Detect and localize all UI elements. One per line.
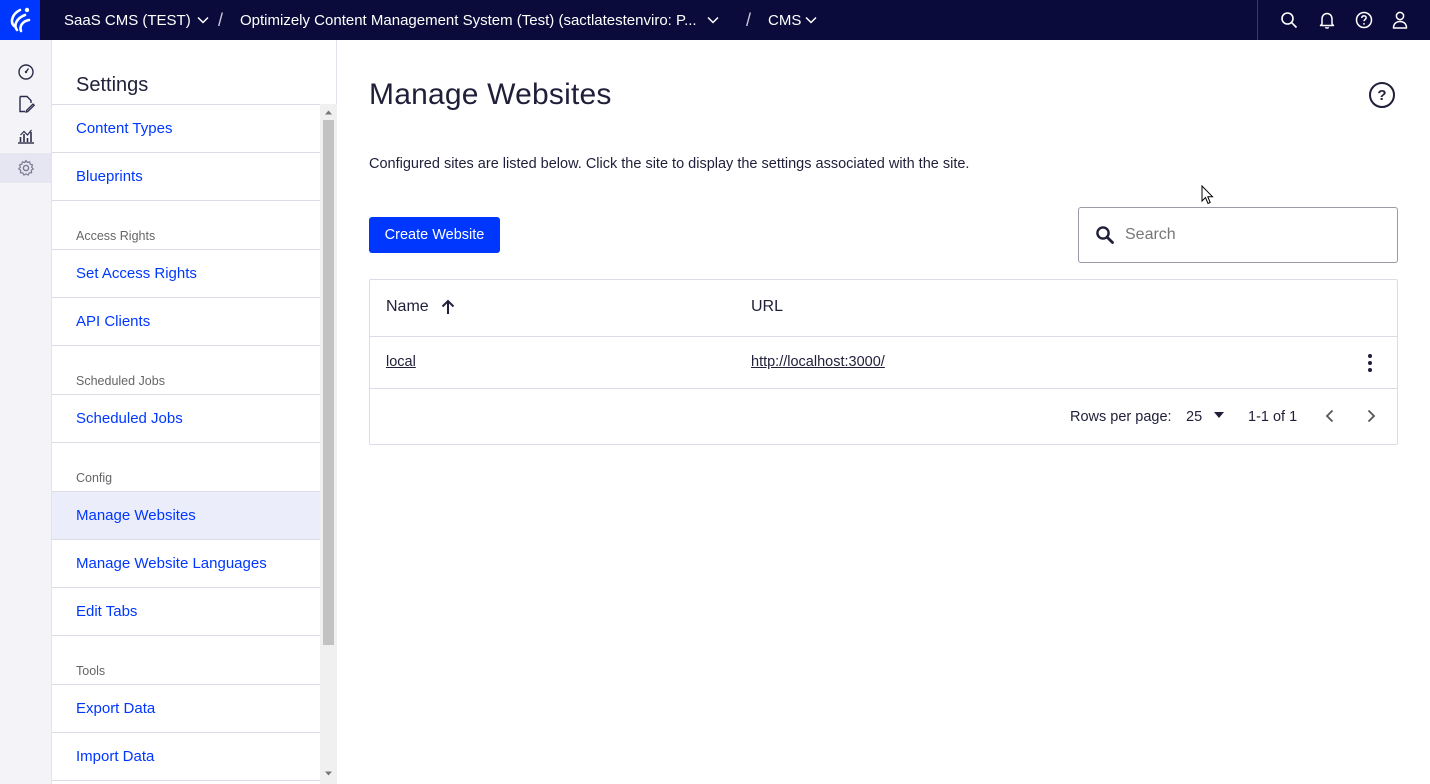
scroll-up-arrow-icon[interactable] xyxy=(324,108,333,117)
user-profile-icon[interactable] xyxy=(1390,10,1410,30)
rows-per-page-select[interactable]: 25 xyxy=(1186,409,1202,425)
search-icon xyxy=(1096,226,1114,244)
settings-nav-item-edit-tabs[interactable]: Edit Tabs xyxy=(52,588,320,636)
app-switcher[interactable]: CMS xyxy=(768,0,817,40)
website-url-link[interactable]: http://localhost:3000/ xyxy=(751,354,885,370)
app-name: CMS xyxy=(768,11,802,29)
settings-group-heading: Scheduled Jobs xyxy=(52,346,320,395)
environment-switcher[interactable]: Optimizely Content Management System (Te… xyxy=(240,0,719,40)
chevron-down-icon xyxy=(707,16,719,24)
chevron-down-icon xyxy=(805,16,817,24)
scroll-down-arrow-icon[interactable] xyxy=(324,769,333,778)
pagination-range: 1-1 of 1 xyxy=(1248,409,1298,425)
sort-ascending-arrow-icon xyxy=(441,299,454,314)
dashboard-icon[interactable] xyxy=(0,57,51,87)
settings-nav-item-api-clients[interactable]: API Clients xyxy=(52,298,320,346)
environment-name: Optimizely Content Management System (Te… xyxy=(240,11,697,29)
settings-panel: Settings Content Types Blueprints Access R… xyxy=(52,40,337,784)
help-icon[interactable] xyxy=(1354,10,1374,30)
settings-nav-item-scheduled-jobs[interactable]: Scheduled Jobs xyxy=(52,395,320,443)
settings-nav-item-content-types[interactable]: Content Types xyxy=(52,105,320,153)
page-title: Manage Websites xyxy=(369,78,612,111)
websites-table: Name URL local http://localhost:3000/ Ro… xyxy=(369,279,1398,445)
settings-icon[interactable] xyxy=(0,153,51,183)
settings-nav-list: Content Types Blueprints Access Rights Set … xyxy=(52,104,320,784)
row-actions-menu-icon[interactable] xyxy=(1360,353,1380,373)
page-description: Configured sites are listed below. Click… xyxy=(369,156,970,172)
next-page-icon[interactable] xyxy=(1363,408,1379,424)
previous-page-icon[interactable] xyxy=(1322,408,1338,424)
top-bar: SaaS CMS (TEST) / Optimizely Content Man… xyxy=(0,0,1430,40)
settings-nav-item-manage-websites[interactable]: Manage Websites xyxy=(52,492,320,540)
settings-group-heading: Config xyxy=(52,443,320,492)
search-icon[interactable] xyxy=(1279,10,1299,30)
help-question-mark: ? xyxy=(1377,86,1387,104)
app-nav-rail xyxy=(0,40,52,784)
breadcrumb-separator: / xyxy=(218,9,224,30)
rows-per-page-label: Rows per page: xyxy=(1070,409,1172,425)
topbar-divider xyxy=(1257,0,1258,40)
settings-nav-item-import-data[interactable]: Import Data xyxy=(52,733,320,781)
settings-scrollbar-thumb[interactable] xyxy=(323,120,334,645)
name-column-header[interactable]: Name xyxy=(386,298,457,316)
settings-nav-item-manage-website-languages[interactable]: Manage Website Languages xyxy=(52,540,320,588)
settings-nav-item-blueprints[interactable]: Blueprints xyxy=(52,153,320,201)
optimizely-logo-icon[interactable] xyxy=(0,0,40,40)
table-row[interactable]: local http://localhost:3000/ xyxy=(370,337,1397,389)
edit-icon[interactable] xyxy=(0,89,51,119)
table-pagination: Rows per page: 25 1-1 of 1 xyxy=(370,389,1397,444)
analytics-icon[interactable] xyxy=(0,121,51,151)
settings-group-heading: Tools xyxy=(52,636,320,685)
settings-nav-item-set-access-rights[interactable]: Set Access Rights xyxy=(52,250,320,298)
name-column-label: Name xyxy=(386,298,429,315)
product-switcher[interactable]: SaaS CMS (TEST) xyxy=(64,0,209,40)
search-input[interactable] xyxy=(1125,220,1385,250)
create-website-button[interactable]: Create Website xyxy=(369,217,500,253)
settings-nav-item-export-data[interactable]: Export Data xyxy=(52,685,320,733)
product-name: SaaS CMS (TEST) xyxy=(64,11,191,29)
page-help-button[interactable]: ? xyxy=(1369,82,1395,108)
url-column-header[interactable]: URL xyxy=(751,298,783,316)
settings-group-heading: Access Rights xyxy=(52,201,320,250)
caret-down-icon[interactable] xyxy=(1214,412,1224,418)
notification-bell-icon[interactable] xyxy=(1317,10,1337,30)
mouse-cursor-icon xyxy=(1201,185,1214,205)
website-name-link[interactable]: local xyxy=(386,354,416,370)
chevron-down-icon xyxy=(197,16,209,24)
breadcrumb-separator: / xyxy=(746,9,752,30)
settings-title: Settings xyxy=(76,74,149,96)
table-header: Name URL xyxy=(370,280,1397,337)
url-column-label: URL xyxy=(751,298,784,315)
search-field[interactable] xyxy=(1078,207,1398,263)
